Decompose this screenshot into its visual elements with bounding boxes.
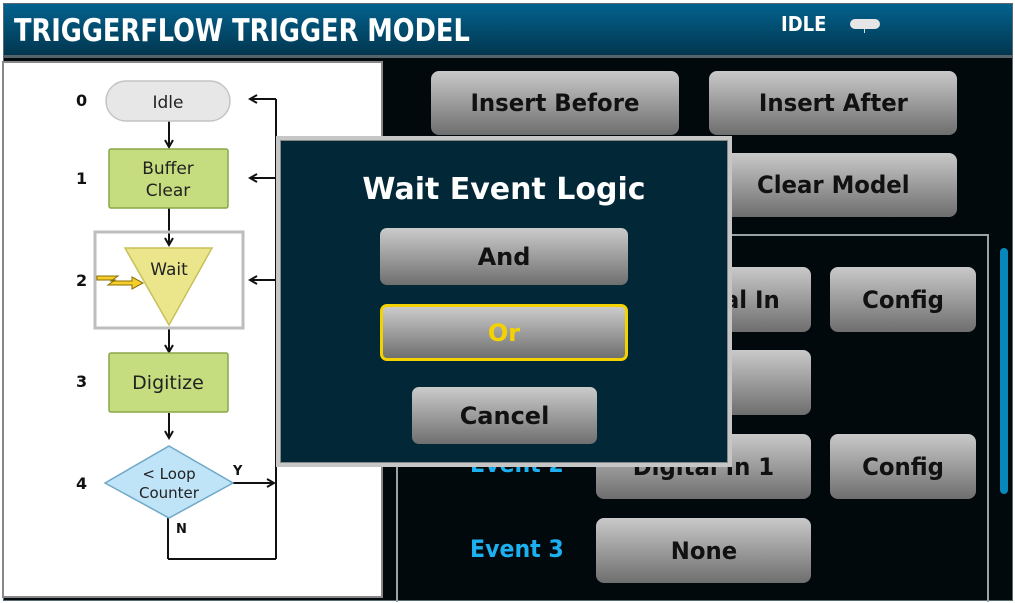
event-1-config-button[interactable]: Config [830, 267, 976, 332]
step-label-line2: Clear [146, 181, 190, 201]
insert-after-button[interactable]: Insert After [709, 71, 957, 135]
or-option-label: Or [487, 318, 521, 347]
insert-before-button[interactable]: Insert Before [431, 71, 679, 135]
step-label: Wait [150, 260, 188, 280]
insert-after-label: Insert After [758, 89, 908, 117]
event-2-config-button[interactable]: Config [830, 434, 976, 499]
idle-indicator-icon[interactable] [850, 19, 880, 33]
cancel-label: Cancel [459, 401, 550, 430]
clear-model-label: Clear Model [756, 171, 910, 199]
step-3-digitize[interactable]: 3 Digitize [76, 352, 229, 413]
step-index: 3 [76, 372, 87, 391]
no-label: N [176, 522, 187, 537]
step-label-line1: < Loop [142, 465, 195, 483]
event-1-config-label: Config [862, 285, 944, 314]
step-index: 0 [76, 91, 87, 110]
step-label: Digitize [132, 372, 204, 394]
and-option-label: And [477, 242, 531, 271]
or-option-button[interactable]: Or [380, 304, 628, 361]
scrollbar[interactable] [1000, 248, 1008, 494]
step-0-idle[interactable]: 0 Idle [76, 80, 231, 122]
insert-before-label: Insert Before [470, 89, 640, 117]
step-1-buffer-clear[interactable]: 1 Buffer Clear [76, 148, 229, 209]
step-index: 4 [76, 474, 87, 493]
event-3-source-label: None [670, 536, 737, 565]
step-4-loop-counter[interactable]: 4 < Loop Counter Y N [76, 445, 243, 537]
trigger-event-bolt-icon [96, 275, 145, 290]
wait-event-logic-dialog: Wait Event Logic And Or Cancel [276, 136, 732, 467]
event-2-config-label: Config [862, 452, 944, 481]
scrollbar-thumb[interactable] [1000, 248, 1008, 494]
dialog-title: Wait Event Logic [362, 172, 646, 207]
status-text[interactable]: IDLE [781, 12, 826, 36]
yes-label: Y [232, 464, 243, 479]
clear-model-button[interactable]: Clear Model [709, 153, 957, 217]
and-option-button[interactable]: And [380, 228, 628, 285]
step-2-wait[interactable]: 2 Wait [76, 230, 245, 330]
event-3-label: Event 3 [470, 535, 564, 563]
step-index: 2 [76, 271, 87, 290]
step-label-line2: Counter [139, 484, 200, 502]
step-label: Idle [153, 93, 184, 113]
title-bar: TRIGGERFLOW TRIGGER MODEL IDLE [4, 4, 1012, 58]
event-3-source-button[interactable]: None [596, 518, 811, 583]
step-index: 1 [76, 169, 87, 188]
cancel-button[interactable]: Cancel [412, 387, 597, 444]
step-label-line1: Buffer [142, 159, 194, 179]
page-title: TRIGGERFLOW TRIGGER MODEL [14, 13, 470, 49]
